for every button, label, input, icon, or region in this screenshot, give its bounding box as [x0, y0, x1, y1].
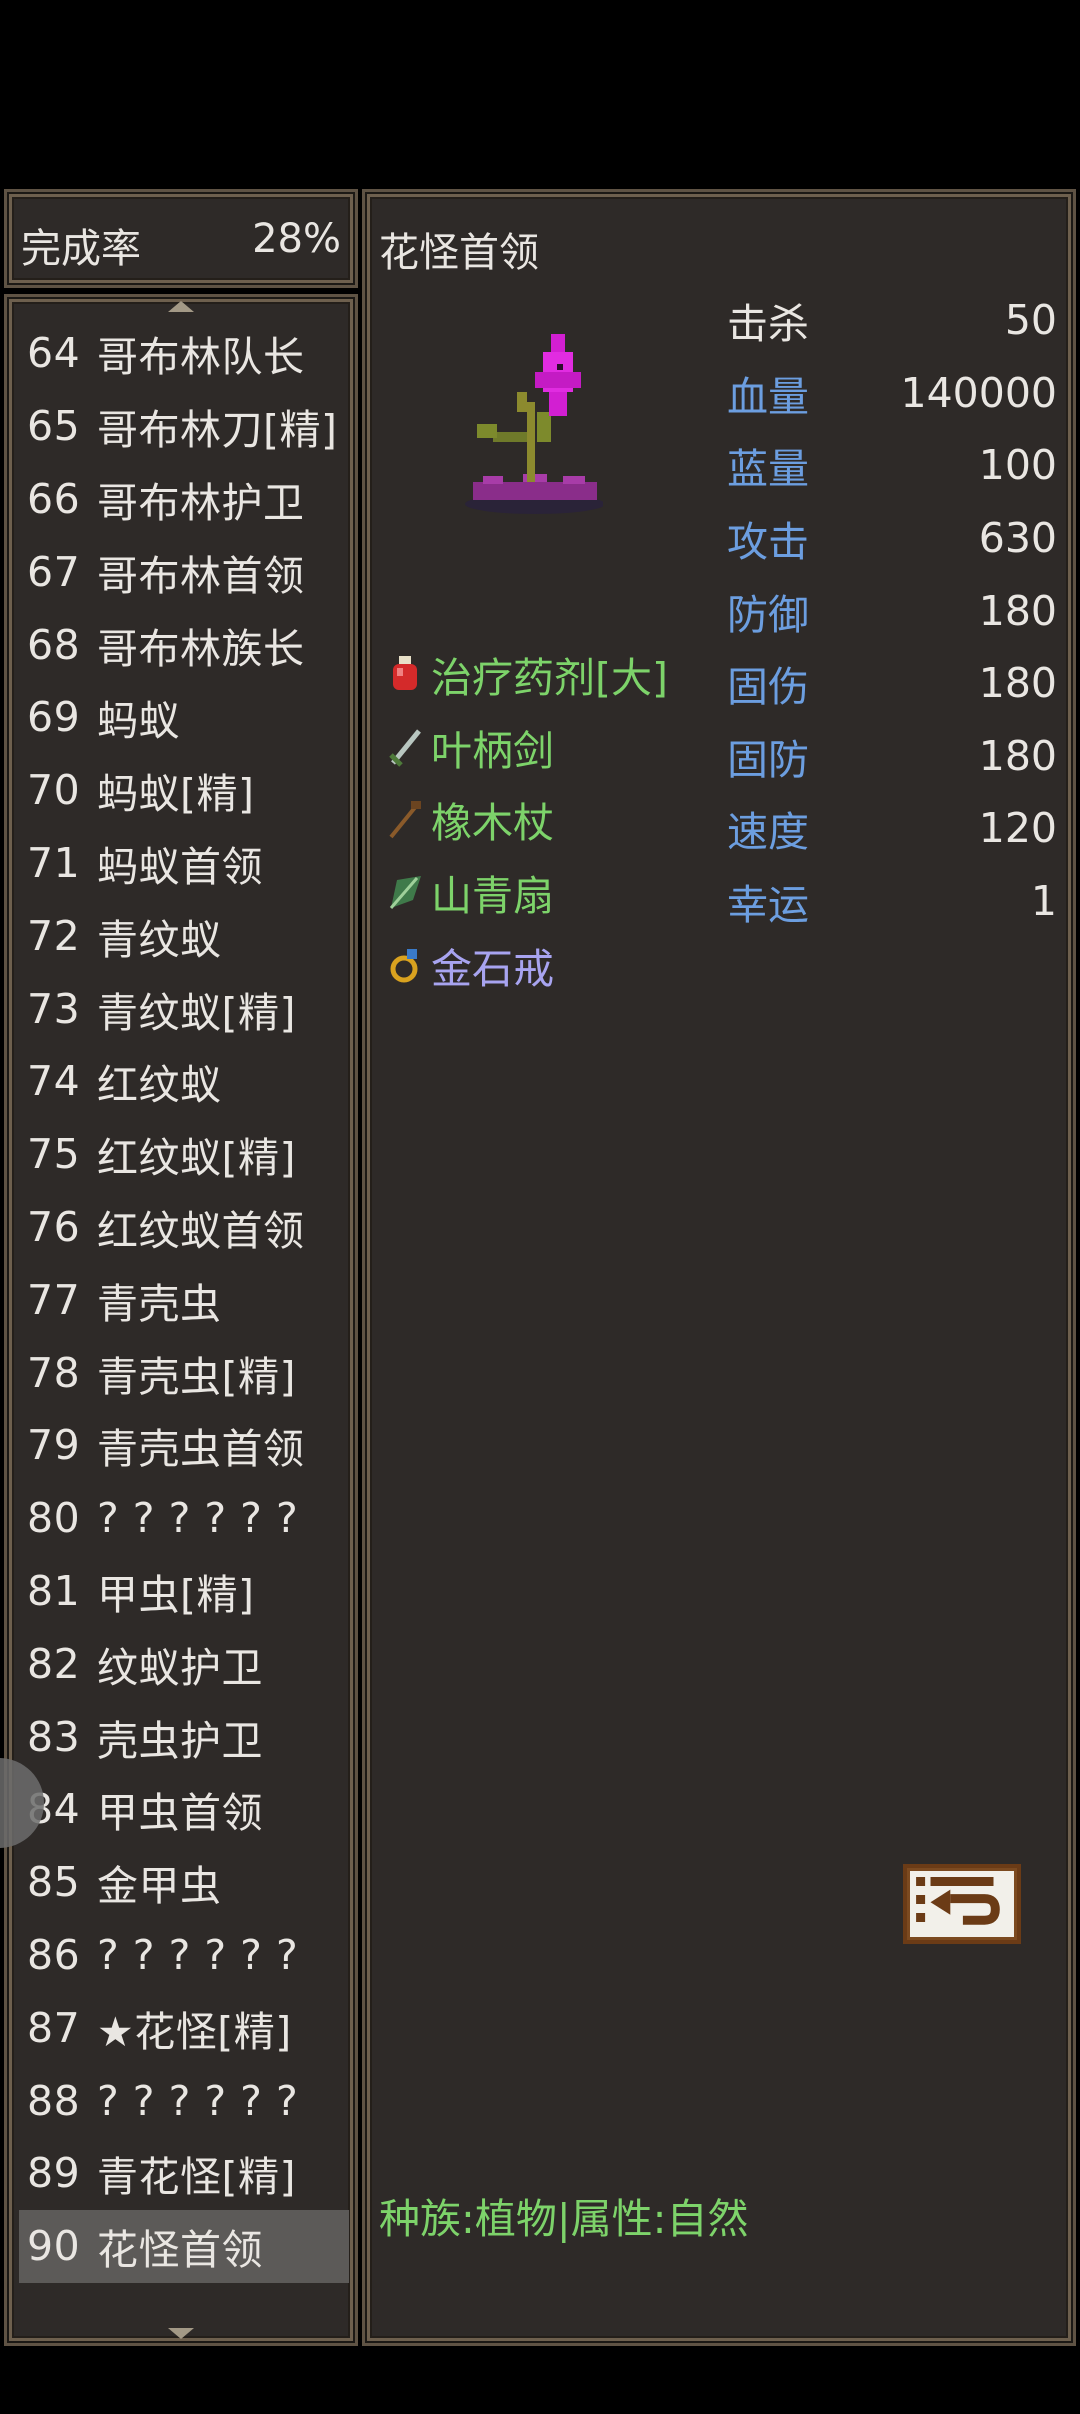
species-attribute: 种族:植物|属性:自然 — [379, 2195, 749, 2243]
stat-row-fixed-defense: 固防 180 — [727, 731, 1057, 784]
scroll-up-icon[interactable] — [168, 301, 194, 312]
completion-value: 28% — [252, 216, 341, 262]
list-item[interactable]: 89 青花怪[精] — [19, 2137, 349, 2210]
stat-row-kills: 击杀 50 — [727, 296, 1057, 349]
stat-row-fixed-damage: 固伤 180 — [727, 659, 1057, 712]
list-item[interactable]: 83 壳虫护卫 — [19, 1700, 349, 1773]
list-item[interactable]: 69 蚂蚁 — [19, 681, 349, 754]
potion-icon — [393, 656, 417, 691]
stat-row-attack: 攻击 630 — [727, 514, 1057, 567]
list-item[interactable]: 66 哥布林护卫 — [19, 463, 349, 536]
completion-label: 完成率 — [21, 226, 141, 272]
sword-icon — [389, 729, 421, 767]
drop-item[interactable]: 金石戒 — [387, 928, 668, 1001]
stat-row-defense: 防御 180 — [727, 586, 1057, 639]
flower-monster-sprite — [465, 334, 603, 514]
stat-row-hp: 血量 140000 — [727, 368, 1057, 421]
list-item[interactable]: 67 哥布林首领 — [19, 535, 349, 608]
list-item[interactable]: 74 红纹蚁 — [19, 1045, 349, 1118]
return-icon — [916, 1877, 1000, 1925]
monster-detail-panel: 花怪首领 击杀 50 血量 140000 蓝量 100 攻击 630 防御 180 固伤 1… — [362, 189, 1076, 2346]
scroll-down-icon[interactable] — [168, 2328, 194, 2339]
list-item[interactable]: 70 蚂蚁[精] — [19, 754, 349, 827]
stats-table: 击杀 50 血量 140000 蓝量 100 攻击 630 防御 180 固伤 180 固防… — [727, 284, 1057, 937]
monster-title: 花怪首领 — [379, 230, 539, 276]
list-item[interactable]: 71 蚂蚁首领 — [19, 827, 349, 900]
list-item[interactable]: 76 红纹蚁首领 — [19, 1191, 349, 1264]
drop-item[interactable]: 叶柄剑 — [387, 711, 668, 784]
list-item[interactable]: 72 青纹蚁 — [19, 899, 349, 972]
list-item[interactable]: 85 金甲虫 — [19, 1846, 349, 1919]
fan-icon — [389, 876, 421, 910]
drop-item[interactable]: 山青扇 — [387, 856, 668, 929]
list-item[interactable]: 65 哥布林刀[精] — [19, 390, 349, 463]
list-item-selected[interactable]: 90 花怪首领 — [19, 2209, 349, 2283]
completion-panel: 完成率 28% — [4, 189, 358, 288]
drop-item[interactable]: 治疗药剂[大] — [387, 638, 668, 711]
list-item[interactable]: 64 哥布林队长 — [19, 317, 349, 390]
list-item[interactable]: 78 青壳虫[精] — [19, 1336, 349, 1409]
list-item[interactable]: 79 青壳虫首领 — [19, 1409, 349, 1482]
list-item[interactable]: 86? ? ? ? ? ? — [19, 1919, 349, 1992]
list-item[interactable]: 84 甲虫首领 — [19, 1773, 349, 1846]
list-item[interactable]: 82 纹蚁护卫 — [19, 1627, 349, 1700]
list-item[interactable]: 77 青壳虫 — [19, 1263, 349, 1336]
stat-row-speed: 速度 120 — [727, 804, 1057, 857]
list-item[interactable]: 80? ? ? ? ? ? — [19, 1482, 349, 1555]
return-button[interactable] — [903, 1864, 1021, 1944]
drop-list: 治疗药剂[大] 叶柄剑 橡木杖 山青扇 金石戒 — [387, 638, 668, 1001]
stat-row-mp: 蓝量 100 — [727, 441, 1057, 494]
drop-item[interactable]: 橡木杖 — [387, 783, 668, 856]
stat-row-luck: 幸运 1 — [727, 877, 1057, 930]
list-item[interactable]: 88? ? ? ? ? ? — [19, 2064, 349, 2137]
monster-list[interactable]: 64 哥布林队长 65 哥布林刀[精] 66 哥布林护卫 67 哥布林首领 68 哥布林族… — [19, 317, 349, 2283]
list-item[interactable]: 73 青纹蚁[精] — [19, 972, 349, 1045]
list-item[interactable]: 68 哥布林族长 — [19, 608, 349, 681]
ring-icon — [390, 948, 418, 983]
staff-icon — [389, 801, 421, 839]
list-item[interactable]: 87 ★花怪[精] — [19, 1991, 349, 2064]
list-item[interactable]: 75 红纹蚁[精] — [19, 1118, 349, 1191]
monster-list-panel[interactable]: 64 哥布林队长 65 哥布林刀[精] 66 哥布林护卫 67 哥布林首领 68 哥布林族… — [4, 294, 358, 2346]
list-item[interactable]: 81 甲虫[精] — [19, 1555, 349, 1628]
